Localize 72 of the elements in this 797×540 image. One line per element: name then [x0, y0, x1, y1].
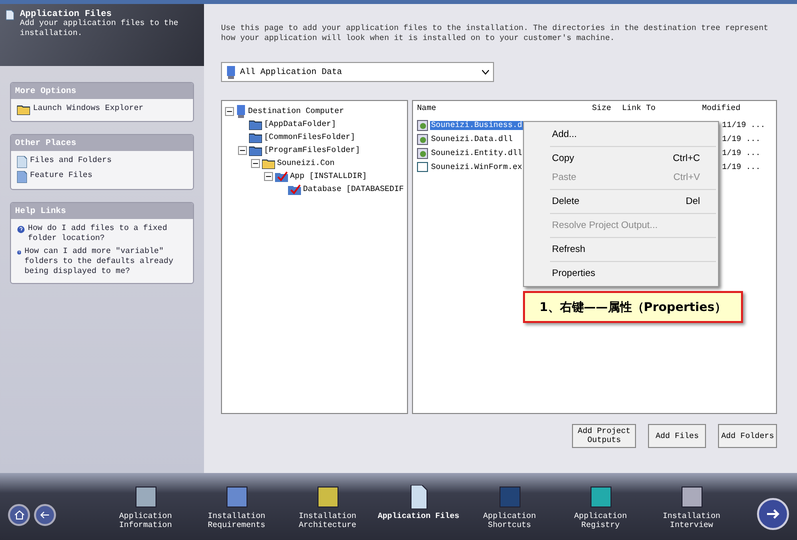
nav-step[interactable]: Installation Interview [650, 485, 732, 530]
sidebar-link[interactable]: How can I add more "variable" folders to the defaults already being displayed to me? [24, 247, 187, 277]
column-header[interactable]: Modified [702, 104, 772, 118]
back-button[interactable] [34, 504, 56, 526]
nav-step[interactable]: Application Files [378, 485, 460, 530]
folder-icon [17, 104, 30, 115]
action-button[interactable]: Add Folders [718, 424, 777, 448]
file-name[interactable]: Souneizi.Data.dll [430, 134, 514, 144]
column-header[interactable]: Size [592, 104, 622, 118]
modified-date: 1/19 ... [722, 162, 762, 172]
file-name[interactable]: Souneizi.Entity.dll [430, 148, 524, 158]
header-subtitle: Add your application files to the installation. [20, 19, 180, 39]
folder-icon [249, 145, 262, 156]
tree-label[interactable]: [CommonFilesFolder] [264, 133, 356, 142]
expander-icon[interactable] [225, 107, 234, 116]
tree-label[interactable]: [AppDataFolder] [264, 120, 336, 129]
nav-step[interactable]: Application Registry [560, 485, 642, 530]
computer-icon [226, 66, 236, 78]
annotation-callout: 1、右键——属性（Properties） [523, 291, 743, 323]
document-icon [6, 9, 14, 21]
modified-date: 11/19 ... [722, 120, 766, 130]
checked-folder-icon [275, 171, 288, 182]
document-icon [17, 156, 27, 168]
folder-icon [249, 119, 262, 130]
action-button[interactable]: Add Project Outputs [572, 424, 636, 448]
expander-icon[interactable] [264, 172, 273, 181]
right-arrow-icon [766, 509, 780, 519]
column-header[interactable]: Name [417, 104, 592, 118]
nav-step[interactable]: Installation Requirements [196, 485, 278, 530]
file-name[interactable]: Souneizi.WinForm.ex [430, 162, 524, 172]
computer-icon [236, 105, 246, 118]
panel-title: Help Links [11, 203, 193, 219]
caret-icon [482, 70, 489, 74]
tree-label[interactable]: App [INSTALLDIR] [290, 172, 367, 181]
tree-label[interactable]: Souneizi.Con [277, 159, 335, 168]
next-button[interactable] [757, 498, 789, 530]
nav-step[interactable]: Application Information [104, 485, 186, 530]
panel-title: More Options [11, 83, 193, 99]
nav-step[interactable]: Installation Architecture [286, 485, 368, 530]
header-title: Application Files [20, 9, 113, 19]
home-button[interactable] [8, 504, 30, 526]
column-header[interactable]: Link To [622, 104, 702, 118]
tree-label[interactable]: Database [DATABASEDIF [303, 185, 404, 194]
tree-label[interactable]: Destination Computer [248, 107, 344, 116]
sidebar-link[interactable]: How do I add files to a fixed folder location? [28, 224, 187, 244]
sidebar-link[interactable]: Launch Windows Explorer [33, 104, 144, 114]
sidebar-link[interactable]: Files and Folders [30, 156, 112, 166]
menu-item[interactable]: Properties [526, 264, 716, 283]
modified-date: 1/19 ... [722, 134, 762, 144]
menu-item[interactable]: Add... [526, 125, 716, 144]
menu-item[interactable]: Copy Ctrl+C [526, 149, 716, 168]
menu-item[interactable]: Refresh [526, 240, 716, 259]
action-button[interactable]: Add Files [648, 424, 706, 448]
expander-icon[interactable] [238, 146, 247, 155]
modified-date: 1/19 ... [722, 148, 762, 158]
expander-icon[interactable] [251, 159, 260, 168]
panel-title: Other Places [11, 135, 193, 151]
sidebar-link[interactable]: Feature Files [30, 171, 92, 181]
file-name[interactable]: Souneizi.Business.d [430, 120, 524, 130]
help-icon [17, 224, 25, 235]
folder-icon [262, 158, 275, 169]
document-icon [17, 171, 27, 183]
tree-label[interactable]: [ProgramFilesFolder] [264, 146, 360, 155]
nav-step[interactable]: Application Shortcuts [468, 485, 550, 530]
left-arrow-icon [40, 511, 50, 519]
window-file-icon [417, 162, 428, 172]
intro-text: Use this page to add your application files to the installation. The directories in the destination tree represent how your application will look when it is installed on to your customer's machine. [221, 24, 770, 44]
home-icon [14, 510, 24, 520]
folder-icon [249, 132, 262, 143]
data-dropdown[interactable]: All Application Data [221, 62, 494, 82]
menu-item[interactable]: Delete Del [526, 192, 716, 211]
checked-folder-icon [288, 184, 301, 195]
